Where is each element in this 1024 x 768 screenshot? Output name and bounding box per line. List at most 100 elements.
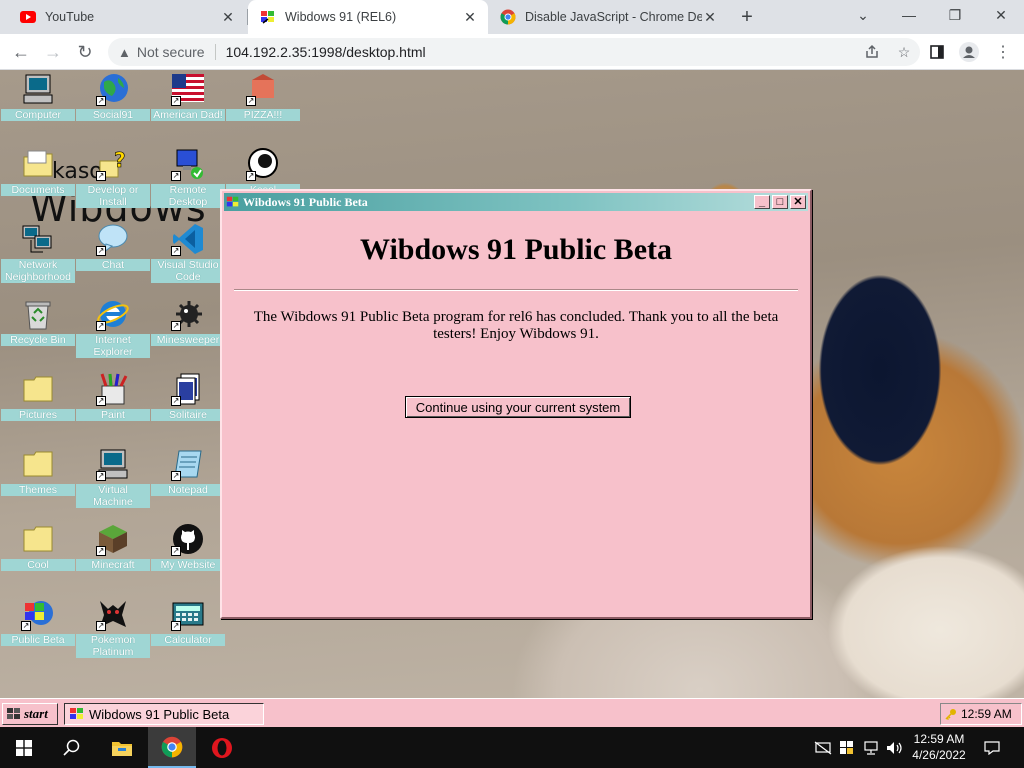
volume-icon[interactable] [884, 727, 906, 768]
window-title-bar[interactable]: Wibdows 91 Public Beta _ □ ✕ [224, 193, 808, 211]
tab-label: YouTube [45, 10, 95, 24]
window-minimize-button[interactable]: _ [754, 195, 770, 209]
tab-disable-javascript[interactable]: Disable JavaScript - Chrome Deve ✕ [488, 0, 728, 34]
desktop-icon-social91[interactable]: ↗ Social91 [75, 72, 151, 121]
icon-label: Social91 [76, 109, 150, 121]
desktop-icon-chat[interactable]: ↗ Chat [75, 222, 151, 271]
security-label[interactable]: Not secure [137, 44, 205, 60]
solitaire-cards-icon: ↗ [171, 372, 205, 406]
desktop-icon-public-beta[interactable]: ↗ Public Beta [0, 597, 76, 646]
bookmark-star-icon[interactable]: ☆ [888, 38, 920, 66]
paint-icon: ↗ [96, 372, 130, 406]
close-tab-icon[interactable]: ✕ [462, 9, 478, 25]
pizza-icon: ↗ [246, 72, 280, 106]
desktop-icon-recycle-bin[interactable]: Recycle Bin [0, 297, 76, 346]
desktop-icon-computer[interactable]: Computer [0, 72, 76, 121]
icon-label: Notepad [151, 484, 225, 496]
restore-icon[interactable]: ❐ [932, 0, 978, 30]
w91-start-button[interactable]: start [2, 703, 58, 725]
notifications-icon[interactable] [978, 727, 1006, 768]
search-icon[interactable] [48, 727, 96, 768]
desktop-icon-documents[interactable]: Documents [0, 147, 76, 196]
desktop-icon-pizza[interactable]: ↗ PIZZA!!! [225, 72, 301, 121]
desktop-icon-virtual-machine[interactable]: ↗ Virtual Machine [75, 447, 151, 508]
desktop-icon-pictures[interactable]: Pictures [0, 372, 76, 421]
close-window-icon[interactable]: ✕ [978, 0, 1024, 30]
network-icon [21, 222, 55, 256]
windows-start-icon[interactable] [0, 727, 48, 768]
minecraft-block-icon: ↗ [96, 522, 130, 556]
desktop-icon-minesweeper[interactable]: ↗ Minesweeper [150, 297, 226, 346]
folder-icon [21, 522, 55, 556]
desktop-icon-solitaire[interactable]: ↗ Solitaire [150, 372, 226, 421]
url-text[interactable]: 104.192.2.35:1998/desktop.html [226, 44, 856, 60]
tab-wibdows[interactable]: Wibdows 91 (REL6) ✕ [248, 0, 488, 34]
icon-label: Minesweeper [151, 334, 225, 346]
address-bar[interactable]: ▲ Not secure 104.192.2.35:1998/desktop.h… [108, 38, 920, 66]
desktop-icon-pokemon-platinum[interactable]: ↗ Pokemon Platinum [75, 597, 151, 658]
icon-label: Chat [76, 259, 150, 271]
continue-button[interactable]: Continue using your current system [405, 396, 631, 418]
icon-label: Paint [76, 409, 150, 421]
profile-avatar-icon[interactable] [956, 39, 982, 65]
os-clock[interactable]: 12:59 AM 4/26/2022 [906, 731, 972, 763]
icon-label: Network Neighborhood [1, 259, 75, 283]
icon-label: Cool [1, 559, 75, 571]
chat-bubble-icon: ↗ [96, 222, 130, 256]
desktop-icon-calculator[interactable]: ↗ Calculator [150, 597, 226, 646]
share-icon[interactable] [856, 38, 888, 66]
desktop-icon-cool[interactable]: Cool [0, 522, 76, 571]
desktop-icon-internet-explorer[interactable]: ↗ Internet Explorer [75, 297, 151, 358]
new-tab-button[interactable]: + [736, 6, 758, 28]
wibdows-icon [226, 195, 240, 209]
window-maximize-button[interactable]: □ [772, 195, 788, 209]
file-explorer-icon[interactable] [98, 727, 146, 768]
wibdows-icon [260, 9, 276, 25]
desktop-icon-minecraft[interactable]: ↗ Minecraft [75, 522, 151, 571]
page-viewport: kaso Wibdows Computer ↗ Social91 ↗ Ameri… [0, 70, 1024, 727]
desktop-icon-remote-desktop[interactable]: ↗ Remote Desktop [150, 147, 226, 208]
tab-youtube[interactable]: YouTube ✕ [8, 0, 246, 34]
window-message: The Wibdows 91 Public Beta program for r… [253, 309, 779, 342]
desktop-icon-notepad[interactable]: ↗ Notepad [150, 447, 226, 496]
menu-kebab-icon[interactable]: ⋮ [990, 39, 1016, 65]
forward-icon[interactable]: → [40, 39, 66, 65]
side-panel-icon[interactable] [924, 39, 950, 65]
network-icon[interactable] [860, 727, 882, 768]
desktop-icon-american-dad[interactable]: ↗ American Dad! [150, 72, 226, 121]
opera-icon[interactable] [198, 727, 246, 768]
us-flag-icon: ↗ [171, 72, 205, 106]
chrome-icon [500, 9, 516, 25]
browser-toolbar: ← → ↻ ▲ Not secure 104.192.2.35:1998/des… [0, 34, 1024, 70]
icon-label: Visual Studio Code [151, 259, 225, 283]
reload-icon[interactable]: ↻ [72, 39, 98, 65]
network-off-icon[interactable] [812, 727, 834, 768]
desktop-icon-develop-install[interactable]: ? ↗ Develop or Install [75, 147, 151, 208]
desktop-icon-my-website[interactable]: ↗ My Website [150, 522, 226, 571]
window-close-button[interactable]: ✕ [790, 195, 806, 209]
windows-security-icon[interactable] [837, 727, 857, 768]
wibdows-icon [69, 706, 85, 722]
icon-label: PIZZA!!! [226, 109, 300, 121]
w91-task-button[interactable]: Wibdows 91 Public Beta [64, 703, 264, 725]
desktop-icon-network[interactable]: Network Neighborhood [0, 222, 76, 283]
github-icon: ↗ [171, 522, 205, 556]
key-icon[interactable] [945, 708, 957, 721]
close-tab-icon[interactable]: ✕ [702, 9, 718, 25]
desktop-icon-vscode[interactable]: ↗ Visual Studio Code [150, 222, 226, 283]
minimize-icon[interactable]: — [886, 0, 932, 30]
close-tab-icon[interactable]: ✕ [220, 9, 236, 25]
eye-orb-icon: ↗ [246, 147, 280, 181]
tab-search-icon[interactable]: ⌄ [840, 0, 886, 30]
icon-label: Remote Desktop [151, 184, 225, 208]
back-icon[interactable]: ← [8, 39, 34, 65]
os-date: 4/26/2022 [912, 748, 966, 762]
icon-label: Internet Explorer [76, 334, 150, 358]
w91-tray: 12:59 AM [940, 703, 1022, 725]
window-title: Wibdows 91 Public Beta [243, 194, 368, 209]
warning-icon[interactable]: ▲ [118, 45, 131, 60]
computer-icon [21, 72, 55, 106]
desktop-icon-themes[interactable]: Themes [0, 447, 76, 496]
chrome-taskbar-icon[interactable] [148, 727, 196, 768]
desktop-icon-paint[interactable]: ↗ Paint [75, 372, 151, 421]
